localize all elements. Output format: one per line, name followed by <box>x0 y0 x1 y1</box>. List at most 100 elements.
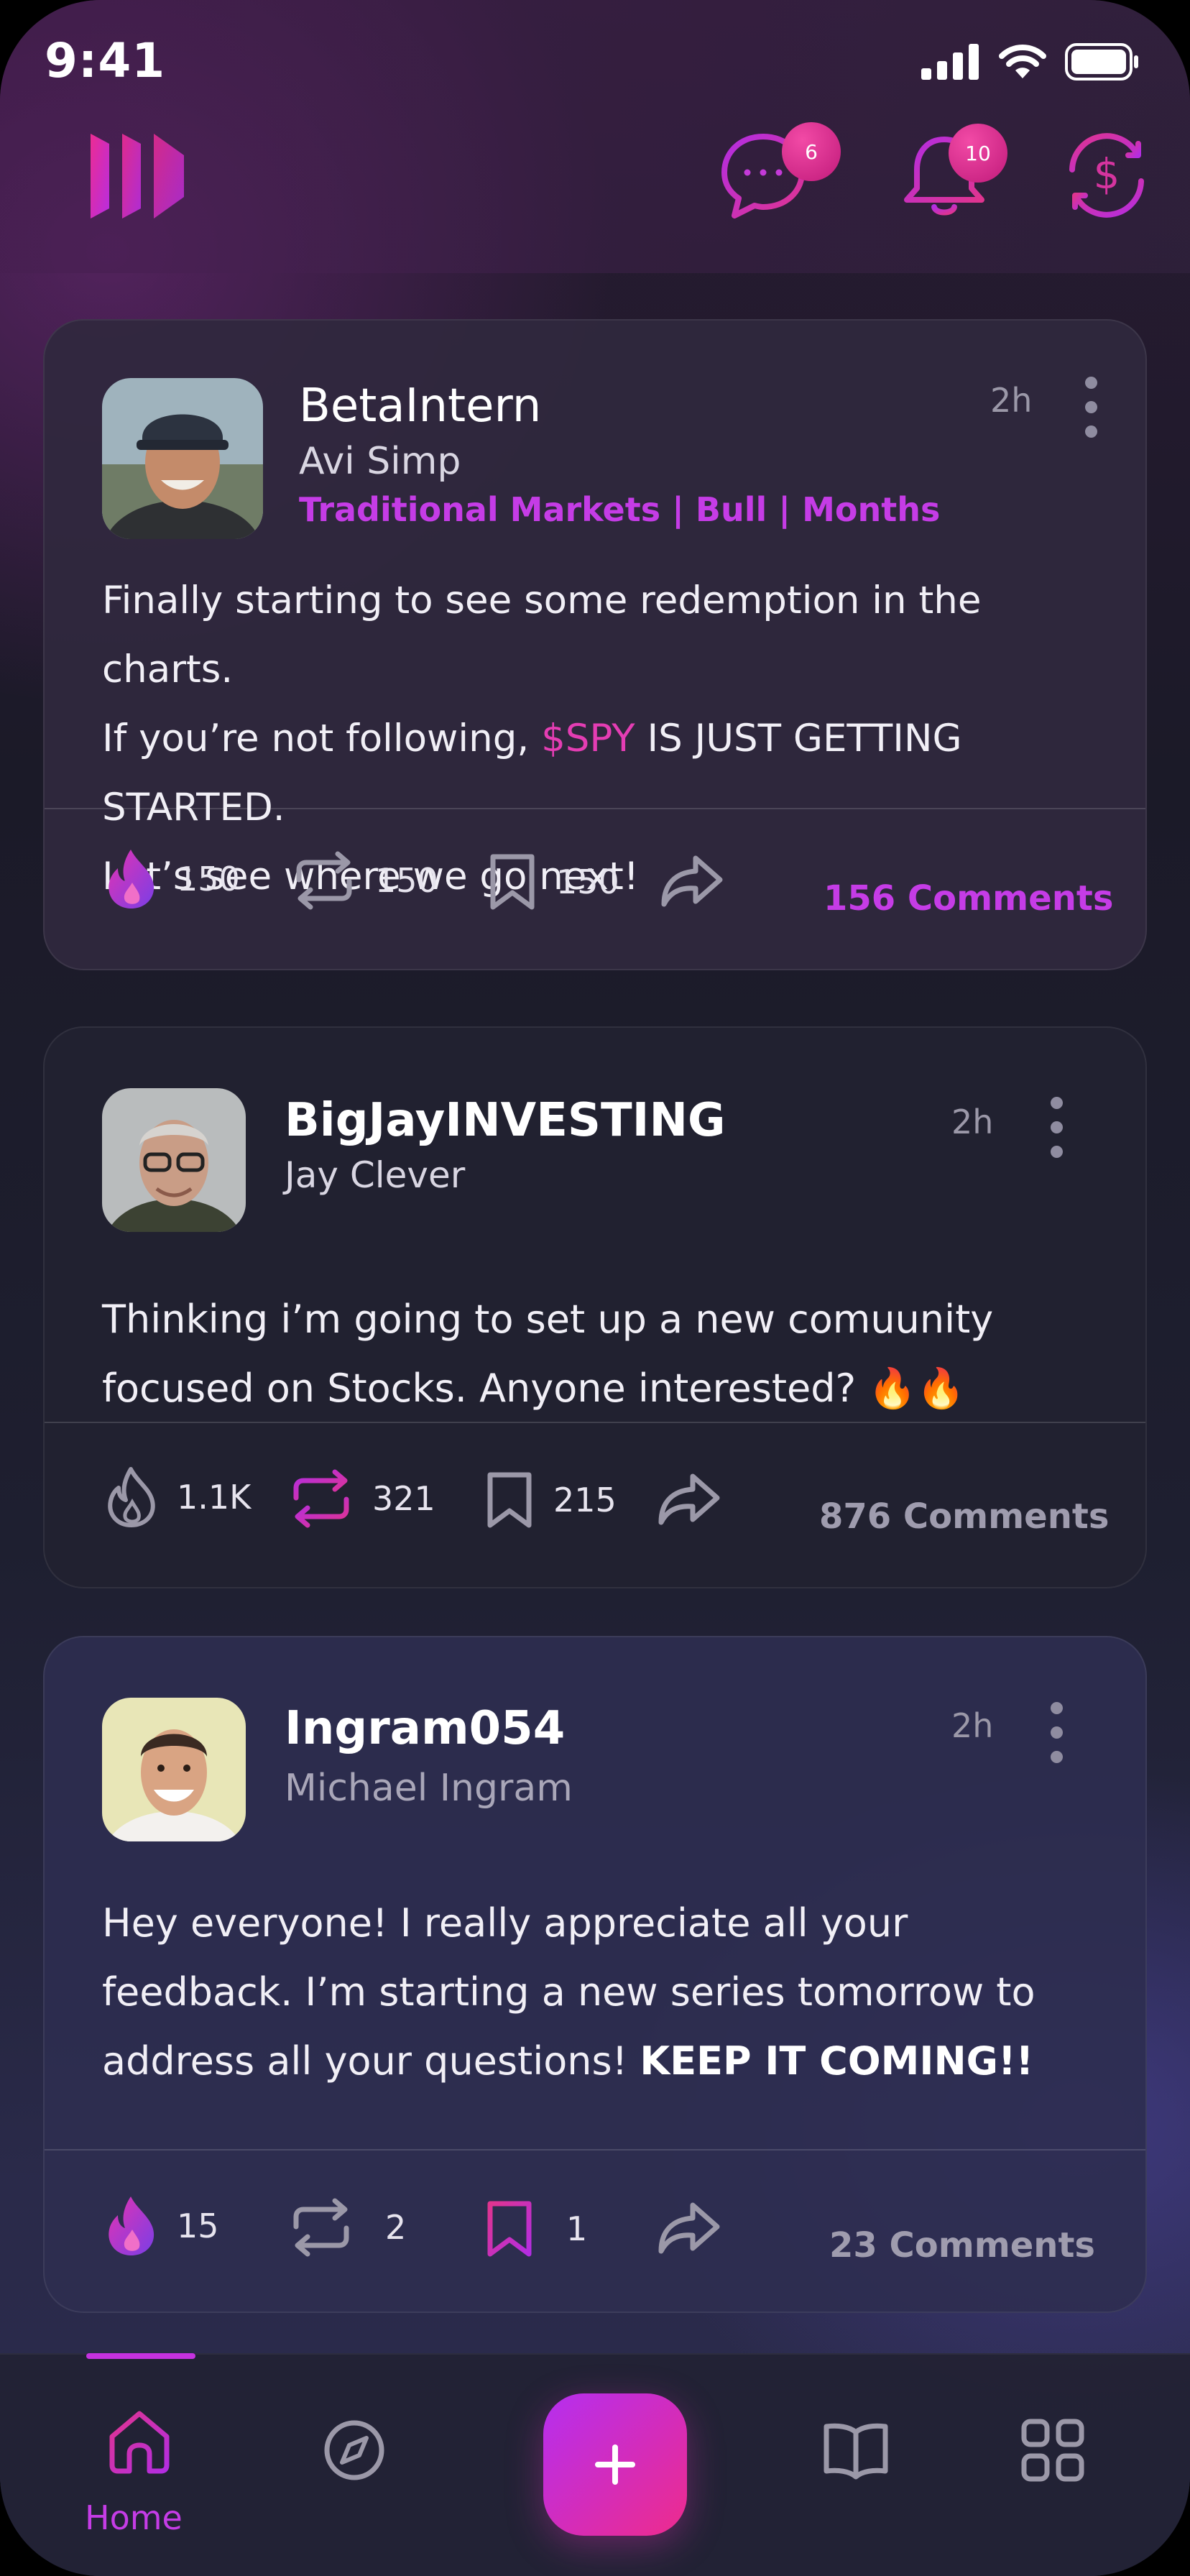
currency-exchange-icon: $ <box>1069 133 1144 218</box>
like-button[interactable]: 15 <box>105 2195 219 2257</box>
post-body-line: address all your questions! KEEP IT COMI… <box>102 2027 1102 2096</box>
battery-icon <box>1065 43 1138 80</box>
share-button[interactable] <box>657 1472 721 1527</box>
post-body-emphasis: KEEP IT COMING!! <box>640 2038 1034 2084</box>
post-time: 2h <box>990 381 1033 420</box>
comments-link[interactable]: 23 Comments <box>829 2225 1095 2266</box>
post-time: 2h <box>951 1706 994 1745</box>
repost-count: 321 <box>372 1479 435 1518</box>
cashtag-link[interactable]: $SPY <box>541 717 635 760</box>
like-count: 1.1K <box>177 1478 252 1517</box>
create-post-button[interactable] <box>543 2393 687 2536</box>
divider <box>45 2149 1145 2150</box>
fire-icon <box>109 850 154 908</box>
display-name: Avi Simp <box>299 440 461 483</box>
signal-icon <box>921 44 979 80</box>
like-button[interactable]: 1.1K <box>105 1466 251 1528</box>
repost-button[interactable]: 150 <box>292 851 438 910</box>
comments-link[interactable]: 156 Comments <box>824 878 1113 919</box>
compass-icon <box>324 2420 384 2480</box>
user-photo <box>102 378 263 539</box>
username[interactable]: Ingram054 <box>285 1702 565 1755</box>
save-count: 215 <box>553 1481 617 1519</box>
username[interactable]: BetaIntern <box>299 380 541 433</box>
post-card[interactable]: Ingram054 Michael Ingram 2h Hey everyone… <box>43 1636 1147 2313</box>
post-card[interactable]: BetaIntern Avi Simp Traditional Markets … <box>43 319 1147 970</box>
post-body-text: address all your questions! <box>102 2038 640 2084</box>
repost-icon <box>293 2198 349 2257</box>
nav-active-indicator <box>86 2353 195 2359</box>
status-time: 9:41 <box>45 33 166 88</box>
save-button[interactable]: 150 <box>487 852 619 911</box>
share-icon <box>658 2202 720 2254</box>
bookmark-filled-icon <box>487 2201 532 2257</box>
post-body: Hey everyone! I really appreciate all yo… <box>102 1889 1102 2096</box>
book-icon <box>824 2423 888 2480</box>
repost-count: 150 <box>375 861 438 900</box>
nav-home-label[interactable]: Home <box>85 2498 183 2537</box>
nav-explore[interactable] <box>322 2418 387 2485</box>
post-time: 2h <box>951 1103 994 1141</box>
post-body-line: feedback. I’m starting a new series tomo… <box>102 1969 1036 2015</box>
repost-icon <box>296 851 352 910</box>
repost-count: 2 <box>385 2208 407 2247</box>
user-photo <box>102 1698 246 1841</box>
save-count: 150 <box>556 862 619 901</box>
notifications-button[interactable]: 10 <box>898 124 1007 223</box>
wifi-icon <box>999 45 1046 78</box>
post-body: Thinking i’m going to set up a new comuu… <box>102 1285 1102 1423</box>
nav-learn[interactable] <box>822 2419 890 2484</box>
post-body-line: Finally starting to see some redemption … <box>102 579 982 691</box>
display-name: Jay Clever <box>285 1154 466 1196</box>
fire-outline-icon <box>108 1467 155 1527</box>
nav-home[interactable] <box>105 2408 174 2480</box>
bookmark-icon <box>490 854 535 910</box>
post-body-line: Thinking i’m going to set up a new comuu… <box>102 1297 994 1342</box>
post-body-line: focused on Stocks. Anyone interested? 🔥🔥 <box>102 1366 965 1411</box>
post-body-line: If you’re not following, $SPY IS JUST GE… <box>102 704 1102 842</box>
avatar[interactable] <box>102 378 263 539</box>
post-body-line: Hey everyone! I really appreciate all yo… <box>102 1900 908 1946</box>
share-icon <box>661 855 723 907</box>
plus-icon <box>595 2444 635 2485</box>
grid-icon <box>1021 2419 1084 2482</box>
repost-icon <box>293 1469 349 1528</box>
svg-text:$: $ <box>1094 150 1120 198</box>
like-button[interactable]: 150 <box>105 848 240 910</box>
bookmark-icon <box>487 1472 532 1528</box>
share-button[interactable] <box>657 2201 721 2255</box>
post-card[interactable]: BigJayINVESTING Jay Clever 2h Thinking i… <box>43 1026 1147 1588</box>
messages-badge: 6 <box>782 122 841 181</box>
status-icons <box>921 43 1140 80</box>
post-body-text: If you’re not following, <box>102 717 542 760</box>
fire-icon <box>109 2196 154 2255</box>
save-count: 1 <box>566 2209 588 2248</box>
notifications-badge: 10 <box>949 124 1007 183</box>
more-options-icon[interactable] <box>1051 1702 1065 1775</box>
app-logo[interactable] <box>91 134 184 218</box>
save-button[interactable]: 215 <box>484 1471 617 1530</box>
app-screen: 9:41 6 10 $ BetaIntern Avi Simp Traditio… <box>0 0 1190 2576</box>
comments-link[interactable]: 876 Comments <box>819 1496 1109 1537</box>
share-icon <box>658 1473 720 1525</box>
repost-button[interactable]: 2 <box>289 2198 406 2257</box>
post-tags[interactable]: Traditional Markets | Bull | Months <box>299 490 940 529</box>
nav-menu[interactable] <box>1020 2418 1085 2485</box>
exchange-button[interactable]: $ <box>1056 129 1157 223</box>
username[interactable]: BigJayINVESTING <box>285 1094 726 1147</box>
divider <box>45 808 1145 809</box>
more-options-icon[interactable] <box>1085 377 1099 450</box>
divider <box>45 1422 1145 1423</box>
avatar[interactable] <box>102 1088 246 1232</box>
user-photo <box>102 1088 246 1232</box>
avatar[interactable] <box>102 1698 246 1841</box>
more-options-icon[interactable] <box>1051 1097 1065 1170</box>
like-count: 15 <box>177 2207 219 2245</box>
like-count: 150 <box>177 860 240 898</box>
home-icon <box>109 2411 170 2474</box>
display-name: Michael Ingram <box>285 1767 573 1810</box>
save-button[interactable]: 1 <box>484 2199 587 2258</box>
share-button[interactable] <box>660 854 724 908</box>
messages-button[interactable]: 6 <box>719 122 841 223</box>
repost-button[interactable]: 321 <box>289 1469 435 1528</box>
